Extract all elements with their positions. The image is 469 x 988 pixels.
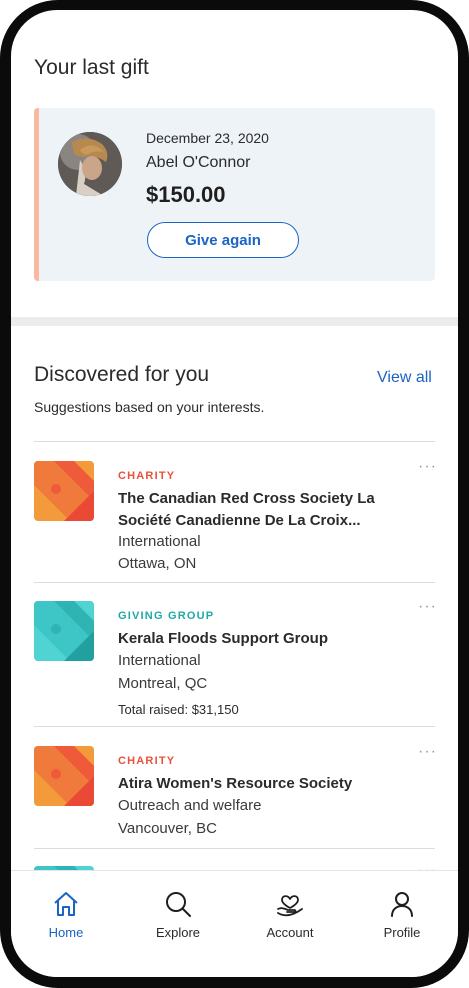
nav-item-account[interactable]: Account [250, 889, 330, 940]
nav-item-home[interactable]: Home [26, 889, 106, 940]
nav-label: Explore [155, 925, 201, 940]
charity-thumbnail-icon [34, 461, 94, 521]
item-category: Outreach and welfare [118, 797, 262, 814]
list-item[interactable]: CHARITY Atira Women's Resource Society O… [34, 727, 437, 847]
last-gift-card: December 23, 2020 Abel O'Connor $150.00 … [34, 108, 435, 281]
nav-label: Profile [383, 925, 421, 940]
nav-label: Home [48, 925, 84, 940]
total-raised: Total raised: $31,150 [118, 702, 239, 717]
list-item[interactable]: GIVING GROUP Kerala Floods Support Group… [34, 583, 437, 725]
item-category: International [118, 652, 201, 669]
home-icon [54, 892, 78, 916]
search-icon [166, 892, 191, 917]
section-divider [11, 317, 458, 326]
gift-date: December 23, 2020 [146, 130, 269, 146]
item-title: Atira Women's Resource Society [118, 775, 353, 792]
bottom-navigation: Home Explore Account Profile [11, 870, 458, 977]
view-all-link[interactable]: View all [377, 369, 432, 387]
item-location: Vancouver, BC [118, 820, 217, 837]
item-category: International [118, 533, 201, 550]
person-icon [391, 892, 413, 917]
more-options-icon[interactable]: ··· [418, 458, 437, 476]
nav-item-profile[interactable]: Profile [362, 889, 442, 940]
nav-label: Account [266, 925, 314, 940]
phone-frame: Your last gift December 23, 2020 Abel O'… [0, 0, 469, 988]
more-options-icon[interactable]: ··· [418, 598, 437, 616]
gift-amount: $150.00 [146, 182, 226, 207]
hand-heart-icon [277, 895, 303, 917]
item-type-badge: CHARITY [118, 470, 176, 482]
item-title: The Canadian Red Cross Society La Sociét… [118, 490, 375, 529]
item-title: Kerala Floods Support Group [118, 630, 329, 647]
giving-group-thumbnail-icon [34, 601, 94, 661]
nav-item-explore[interactable]: Explore [138, 889, 218, 940]
charity-thumbnail-icon [34, 746, 94, 806]
avatar [58, 132, 122, 196]
item-type-badge: CHARITY [118, 755, 176, 767]
discovered-subtitle: Suggestions based on your interests. [34, 399, 265, 415]
recipient-name: Abel O'Connor [146, 154, 251, 171]
item-type-badge: GIVING GROUP [118, 610, 215, 622]
give-again-button[interactable]: Give again [147, 222, 299, 258]
app-screen: Your last gift December 23, 2020 Abel O'… [11, 10, 458, 977]
card-accent-bar [34, 108, 39, 281]
last-gift-heading: Your last gift [34, 56, 149, 79]
list-item[interactable]: CHARITY The Canadian Red Cross Society L… [34, 442, 437, 582]
discovered-heading: Discovered for you [34, 363, 210, 386]
more-options-icon[interactable]: ··· [418, 743, 437, 761]
item-location: Montreal, QC [118, 675, 208, 692]
item-location: Ottawa, ON [118, 555, 197, 572]
